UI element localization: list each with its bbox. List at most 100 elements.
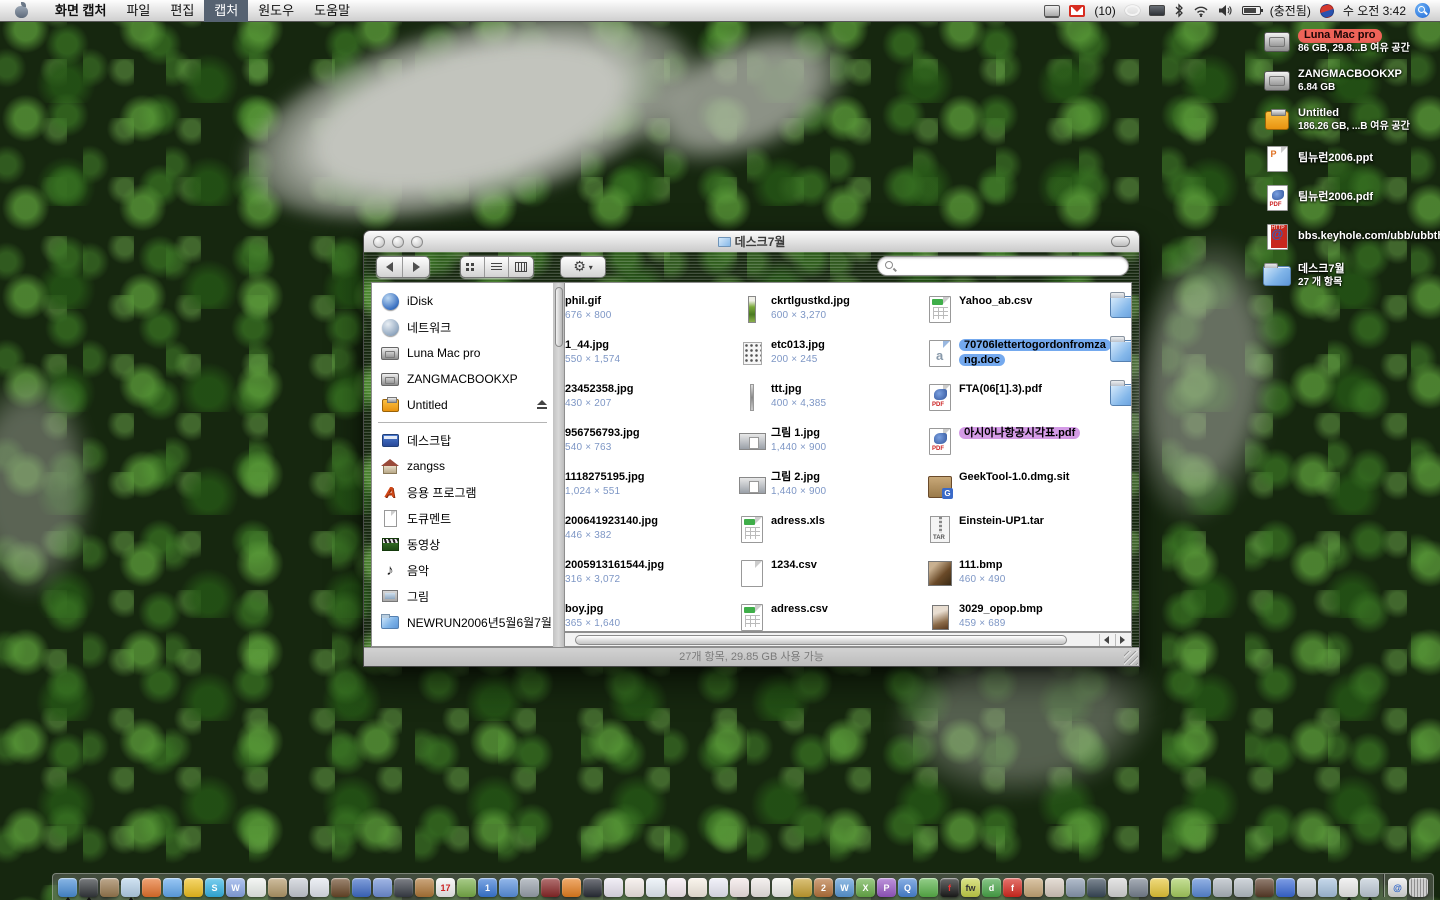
file-item[interactable]: boy.jpg365 × 1,640 bbox=[565, 602, 735, 632]
horizontal-scrollbar[interactable] bbox=[564, 632, 1132, 647]
dock-app-icon-14[interactable] bbox=[352, 878, 371, 897]
sidebar-item-8[interactable]: A응용 프로그램 bbox=[372, 479, 553, 505]
file-item[interactable]: adress.xls bbox=[737, 514, 923, 558]
remote-display-menu-icon[interactable] bbox=[1044, 5, 1060, 17]
spotlight-icon[interactable] bbox=[1415, 3, 1430, 18]
dock-app-icon-15[interactable] bbox=[373, 878, 392, 897]
file-item[interactable]: FTA(06[1].3).pdf bbox=[925, 382, 1111, 426]
dock-app-icon-31[interactable] bbox=[709, 878, 728, 897]
dock-app-icon-23[interactable] bbox=[541, 878, 560, 897]
sidebar-item-1[interactable]: 네트워크 bbox=[372, 314, 553, 340]
dock-app-icon-21[interactable] bbox=[499, 878, 518, 897]
sidebar-item-9[interactable]: 도큐멘트 bbox=[372, 505, 553, 531]
dock-app-icon-34[interactable] bbox=[772, 878, 791, 897]
dock-app-icon-35[interactable] bbox=[793, 878, 812, 897]
menu-item-3[interactable]: 캡처 bbox=[204, 0, 248, 22]
forward-button[interactable] bbox=[403, 257, 429, 277]
ichat-menu-icon[interactable] bbox=[1125, 5, 1140, 16]
folder-icon-partial[interactable] bbox=[1110, 296, 1132, 318]
file-item[interactable]: 그림 1.jpg1,440 × 900 bbox=[737, 426, 923, 470]
dock-app-icon-20[interactable]: 1 bbox=[478, 878, 497, 897]
trash-icon[interactable] bbox=[1409, 878, 1428, 897]
column-view-button[interactable] bbox=[509, 257, 533, 277]
dock-app-icon-9[interactable] bbox=[247, 878, 266, 897]
dock-app-icon-40[interactable]: Q bbox=[898, 878, 917, 897]
dock-app-icon-11[interactable] bbox=[289, 878, 308, 897]
dock-app-icon-7[interactable]: S bbox=[205, 878, 224, 897]
dock-app-icon-10[interactable] bbox=[268, 878, 287, 897]
action-menu-button[interactable]: ⚙ ▾ bbox=[560, 256, 606, 278]
file-item[interactable]: Yahoo_ab.csv bbox=[925, 294, 1111, 338]
dock-app-icon-30[interactable] bbox=[688, 878, 707, 897]
dock-app-icon-61[interactable] bbox=[1339, 878, 1358, 897]
desktop-icon-4[interactable]: 팀뉴런2006.pdf bbox=[1262, 184, 1434, 212]
desktop-icon-1[interactable]: ZANGMACBOOKXP6.84 GB bbox=[1262, 67, 1434, 95]
dock-app-icon-19[interactable] bbox=[457, 878, 476, 897]
dock-app-icon-38[interactable]: X bbox=[856, 878, 875, 897]
dock-app-icon-46[interactable] bbox=[1024, 878, 1043, 897]
sidebar-item-4[interactable]: Untitled bbox=[372, 392, 553, 418]
dock-app-icon-5[interactable] bbox=[163, 878, 182, 897]
dock-app-icon-42[interactable]: f bbox=[940, 878, 959, 897]
sidebar-scrollbar-thumb[interactable] bbox=[555, 287, 563, 347]
dock-app-icon-55[interactable] bbox=[1213, 878, 1232, 897]
eject-icon[interactable] bbox=[536, 400, 547, 409]
file-item[interactable]: 그림 2.jpg1,440 × 900 bbox=[737, 470, 923, 514]
dock-app-icon-36[interactable]: 2 bbox=[814, 878, 833, 897]
dock-app-icon-17[interactable] bbox=[415, 878, 434, 897]
list-view-button[interactable] bbox=[485, 257, 509, 277]
displays-menu-icon[interactable] bbox=[1149, 5, 1165, 16]
search-input[interactable] bbox=[898, 258, 1120, 274]
dock-app-icon-16[interactable] bbox=[394, 878, 413, 897]
dock-app-icon-60[interactable] bbox=[1318, 878, 1337, 897]
dock-app-icon-54[interactable] bbox=[1192, 878, 1211, 897]
dock-app-icon-29[interactable] bbox=[667, 878, 686, 897]
file-item[interactable]: 70706lettertogordonfromzang.doc bbox=[925, 338, 1111, 382]
scroll-right-button[interactable] bbox=[1115, 634, 1129, 646]
dock-app-icon-37[interactable]: W bbox=[835, 878, 854, 897]
file-item[interactable]: phil.gif676 × 800 bbox=[565, 294, 735, 338]
dock-app-icon-49[interactable] bbox=[1087, 878, 1106, 897]
dock-app-icon-32[interactable] bbox=[730, 878, 749, 897]
file-item[interactable]: etc013.jpg200 × 245 bbox=[737, 338, 923, 382]
dock-app-icon-4[interactable] bbox=[142, 878, 161, 897]
dock-app-icon-6[interactable] bbox=[184, 878, 203, 897]
dock-app-icon-56[interactable] bbox=[1234, 878, 1253, 897]
mail-menu-icon[interactable] bbox=[1069, 5, 1085, 17]
scroll-left-button[interactable] bbox=[1099, 634, 1113, 646]
menu-item-0[interactable]: 화면 캡처 bbox=[45, 0, 116, 22]
dock-app-icon-50[interactable] bbox=[1108, 878, 1127, 897]
file-item[interactable]: 956756793.jpg540 × 763 bbox=[565, 426, 735, 470]
bluetooth-menu-icon[interactable] bbox=[1174, 3, 1184, 18]
desktop-icon-3[interactable]: 팀뉴런2006.ppt bbox=[1262, 145, 1434, 173]
desktop-icon-5[interactable]: bbs.keyhole.com/ubb/ubbthreads.php/Cat/0 bbox=[1262, 223, 1434, 251]
dock-app-icon-59[interactable] bbox=[1297, 878, 1316, 897]
sidebar-item-11[interactable]: ♪음악 bbox=[372, 557, 553, 583]
dock-app-icon-18[interactable]: 17 bbox=[436, 878, 455, 897]
desktop-icon-2[interactable]: Untitled186.26 GB, ...B 여유 공간 bbox=[1262, 106, 1434, 134]
window-title-bar[interactable]: 데스크7월 bbox=[364, 231, 1139, 252]
dock-app-icon-1[interactable] bbox=[79, 878, 98, 897]
desktop-icon-0[interactable]: Luna Mac pro86 GB, 29.8...B 여유 공간 bbox=[1262, 28, 1434, 56]
sidebar-item-0[interactable]: iDisk bbox=[372, 288, 553, 314]
file-item[interactable]: 아시아나항공시각표.pdf bbox=[925, 426, 1111, 470]
dock-app-icon-48[interactable] bbox=[1066, 878, 1085, 897]
file-item[interactable]: 1_44.jpg550 × 1,574 bbox=[565, 338, 735, 382]
dock-app-icon-33[interactable] bbox=[751, 878, 770, 897]
sidebar-item-6[interactable]: 데스크탑 bbox=[372, 427, 553, 453]
menu-item-5[interactable]: 도움말 bbox=[304, 0, 360, 22]
file-item[interactable]: 1118275195.jpg1,024 × 551 bbox=[565, 470, 735, 514]
file-item[interactable]: ckrtlgustkd.jpg600 × 3,270 bbox=[737, 294, 923, 338]
korean-input-menu-icon[interactable] bbox=[1318, 2, 1336, 20]
desktop-icon-6[interactable]: 데스크7월27 개 항목 bbox=[1262, 262, 1434, 290]
sidebar-item-10[interactable]: 동영상 bbox=[372, 531, 553, 557]
airport-wifi-menu-icon[interactable] bbox=[1193, 5, 1209, 17]
file-item[interactable]: adress.csv bbox=[737, 602, 923, 632]
dock-app-icon-22[interactable] bbox=[520, 878, 539, 897]
file-item[interactable]: 200641923140.jpg446 × 382 bbox=[565, 514, 735, 558]
sidebar-item-12[interactable]: 그림 bbox=[372, 583, 553, 609]
file-item[interactable]: 23452358.jpg430 × 207 bbox=[565, 382, 735, 426]
dock-app-icon-3[interactable] bbox=[121, 878, 140, 897]
file-item[interactable]: Einstein-UP1.tar bbox=[925, 514, 1111, 558]
dock-app-icon-28[interactable] bbox=[646, 878, 665, 897]
